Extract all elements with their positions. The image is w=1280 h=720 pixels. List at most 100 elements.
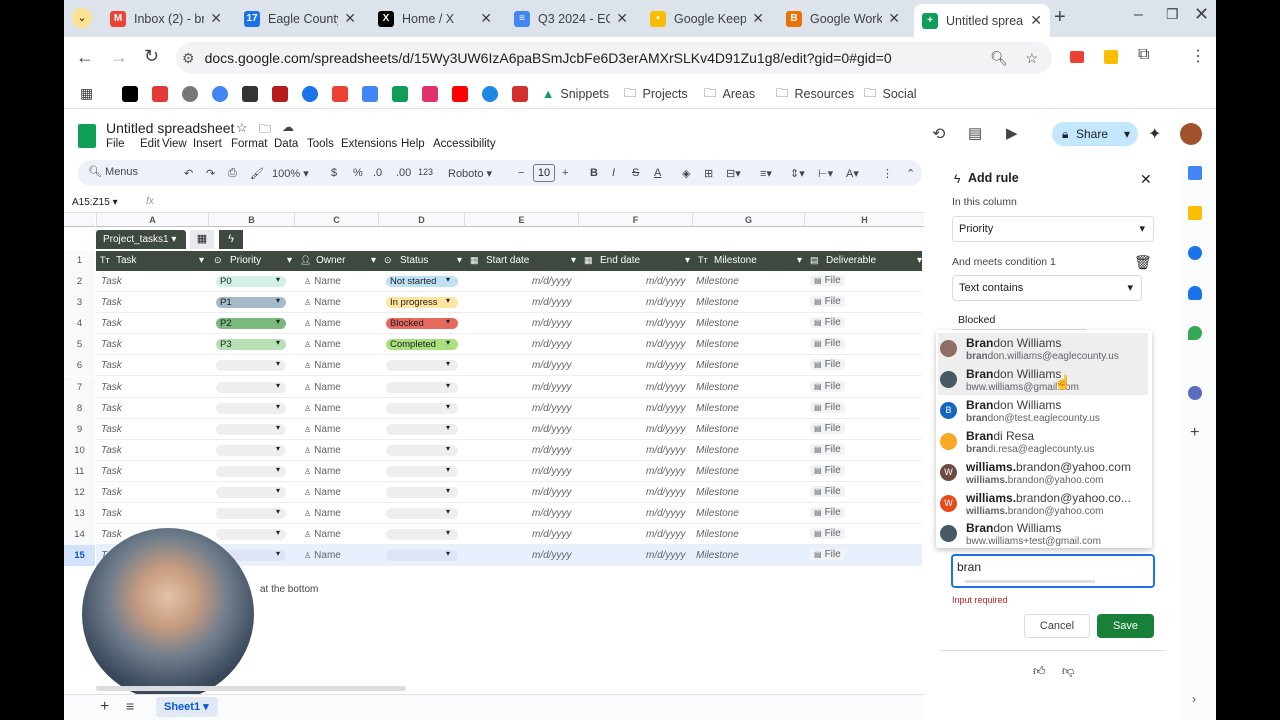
- end-date-cell[interactable]: m/d/yyyy: [646, 339, 685, 350]
- browser-tab[interactable]: • Google Keep ✕: [642, 4, 772, 33]
- save-button[interactable]: Save: [1097, 614, 1154, 638]
- condition-select[interactable]: Text contains ▾: [952, 275, 1142, 301]
- start-date-cell[interactable]: m/d/yyyy: [532, 508, 571, 519]
- chevron-down-icon[interactable]: ▾: [917, 255, 922, 266]
- file-chip[interactable]: ▤ File: [810, 338, 845, 350]
- history-icon[interactable]: ⟲: [932, 124, 945, 144]
- address-bar[interactable]: ⚙ docs.google.com/spreadsheets/d/15Wy3UW…: [176, 42, 1052, 74]
- row-number[interactable]: 5: [64, 334, 95, 356]
- sheet-tab-sheet1[interactable]: Sheet1 ▾: [156, 697, 218, 717]
- column-header-f[interactable]: F: [578, 213, 692, 227]
- fill-color-icon[interactable]: ◈: [682, 167, 690, 180]
- row-number[interactable]: 4: [64, 313, 95, 335]
- table-header-deliverable[interactable]: ▤ Deliverable ▾: [810, 255, 922, 266]
- task-cell[interactable]: Task: [101, 403, 122, 414]
- maps-icon[interactable]: [1188, 326, 1202, 340]
- thumbs-up-icon[interactable]: 👍︎: [1033, 664, 1046, 679]
- chevron-down-icon[interactable]: ▾: [276, 423, 280, 432]
- task-cell[interactable]: Task: [101, 318, 122, 329]
- milestone-cell[interactable]: Milestone: [696, 424, 739, 435]
- extensions-icon[interactable]: ⧉: [1138, 46, 1149, 64]
- chevron-down-icon[interactable]: ▾: [276, 444, 280, 453]
- menu-item-tools[interactable]: Tools: [307, 138, 334, 150]
- milestone-cell[interactable]: Milestone: [696, 382, 739, 393]
- more-options-icon[interactable]: ⋮: [882, 167, 893, 180]
- suggestion-item[interactable]: Brandon Williams bww.williams@gmail.com: [938, 363, 1148, 395]
- start-date-cell[interactable]: m/d/yyyy: [532, 339, 571, 350]
- file-chip[interactable]: ▤ File: [810, 275, 845, 286]
- chevron-down-icon[interactable]: ▾: [371, 255, 376, 266]
- file-chip[interactable]: ▤ File: [810, 464, 845, 476]
- chevron-down-icon[interactable]: ▾: [446, 549, 450, 558]
- milestone-cell[interactable]: Milestone: [696, 318, 739, 329]
- text-wrap-icon[interactable]: ⊢▾: [818, 167, 833, 180]
- end-date-cell[interactable]: m/d/yyyy: [646, 382, 685, 393]
- menu-item-insert[interactable]: Insert: [193, 138, 222, 150]
- menu-item-format[interactable]: Format: [231, 138, 267, 150]
- all-sheets-icon[interactable]: ≡: [126, 698, 134, 714]
- suggestion-item[interactable]: Brandi Resa brandi.resa@eaglecounty.us: [938, 426, 1148, 457]
- increase-decimal-button[interactable]: .00: [396, 167, 411, 179]
- chevron-down-icon[interactable]: ▾: [446, 275, 450, 284]
- calendar-icon[interactable]: [1188, 166, 1202, 180]
- chevron-down-icon[interactable]: ▾: [446, 317, 450, 326]
- menu-item-help[interactable]: Help: [401, 138, 425, 150]
- align-vertical-icon[interactable]: ⇕▾: [790, 167, 805, 180]
- chevron-down-icon[interactable]: ▾: [446, 444, 450, 453]
- perplexity-bookmark-icon[interactable]: [242, 86, 258, 102]
- table-view-icon[interactable]: ▦: [190, 230, 214, 249]
- end-date-cell[interactable]: m/d/yyyy: [646, 466, 685, 477]
- currency-button[interactable]: $: [331, 167, 337, 179]
- column-header-d[interactable]: D: [378, 213, 464, 227]
- merge-cells-icon[interactable]: ⊟▾: [726, 167, 741, 180]
- bookmark-projects[interactable]: 🗀 Projects: [624, 85, 688, 103]
- text-color-icon[interactable]: A: [654, 167, 661, 179]
- add-addon-icon[interactable]: +: [1190, 424, 1199, 442]
- percent-button[interactable]: %: [353, 167, 363, 179]
- chevron-down-icon[interactable]: ▾: [571, 255, 576, 266]
- tab-close-icon[interactable]: ✕: [344, 10, 356, 27]
- blue-bookmark-icon[interactable]: [482, 86, 498, 102]
- owner-cell[interactable]: ♙ Name: [304, 382, 341, 393]
- bookmark-resources[interactable]: 🗀 Resources: [776, 85, 854, 103]
- chevron-down-icon[interactable]: ▾: [446, 465, 450, 474]
- end-date-cell[interactable]: m/d/yyyy: [646, 508, 685, 519]
- milestone-cell[interactable]: Milestone: [696, 445, 739, 456]
- menus-search[interactable]: 🔍︎ Menus: [88, 165, 150, 181]
- column-select[interactable]: Priority ▾: [952, 216, 1154, 242]
- owner-cell[interactable]: ♙ Name: [304, 360, 341, 371]
- apps-grid-icon[interactable]: ▦: [80, 85, 93, 102]
- row-number[interactable]: 9: [64, 418, 95, 440]
- row-number[interactable]: 13: [64, 503, 95, 525]
- corner-cell[interactable]: [64, 213, 95, 227]
- chevron-down-icon[interactable]: ▾: [446, 338, 450, 347]
- chevron-down-icon[interactable]: ▾: [446, 402, 450, 411]
- keep-extension-icon[interactable]: [1104, 50, 1118, 64]
- chevron-down-icon[interactable]: ▾: [276, 296, 280, 305]
- tasks-icon[interactable]: [1188, 246, 1202, 260]
- paint-format-icon[interactable]: 🖌︎: [250, 167, 264, 180]
- end-date-cell[interactable]: m/d/yyyy: [646, 445, 685, 456]
- start-date-cell[interactable]: m/d/yyyy: [532, 276, 571, 287]
- chevron-down-icon[interactable]: ▾: [276, 317, 280, 326]
- column-header-c[interactable]: C: [294, 213, 378, 227]
- chevron-down-icon[interactable]: ▾: [276, 528, 280, 537]
- table-header-status[interactable]: ⊙ Status ▾: [384, 255, 462, 266]
- name-box[interactable]: A15:Z15 ▾: [72, 197, 132, 208]
- strikethrough-icon[interactable]: S: [632, 167, 639, 179]
- column-header-a[interactable]: A: [96, 213, 208, 227]
- back-icon[interactable]: ←: [76, 47, 94, 68]
- column-header-h[interactable]: H: [804, 213, 924, 227]
- number-format-button[interactable]: 123: [418, 167, 433, 177]
- file-chip[interactable]: ▤ File: [810, 296, 845, 308]
- browser-tab[interactable]: + Untitled sprea ✕: [914, 4, 1050, 37]
- minimize-button[interactable]: –: [1134, 6, 1143, 24]
- owner-cell[interactable]: ♙ Name: [304, 550, 341, 561]
- chevron-down-icon[interactable]: ▾: [276, 381, 280, 390]
- row-number[interactable]: 7: [64, 376, 95, 398]
- row-number[interactable]: 3: [64, 292, 95, 314]
- browser-menu-icon[interactable]: ⋮: [1190, 46, 1206, 66]
- start-date-cell[interactable]: m/d/yyyy: [532, 445, 571, 456]
- contacts-icon[interactable]: [1188, 286, 1202, 300]
- site-info-icon[interactable]: ⚙: [182, 50, 195, 67]
